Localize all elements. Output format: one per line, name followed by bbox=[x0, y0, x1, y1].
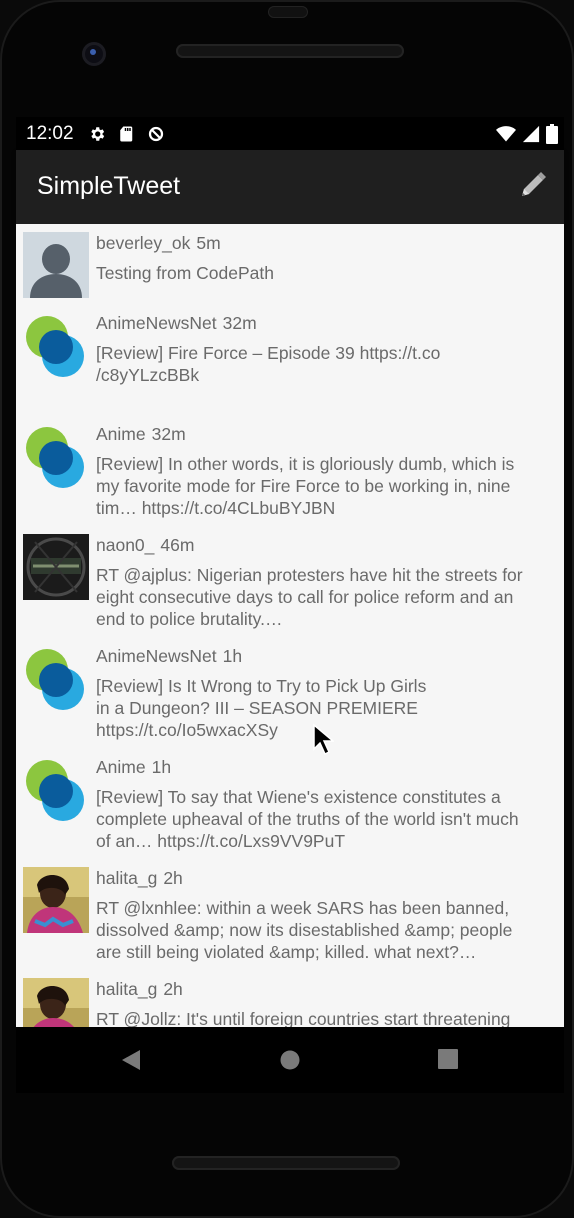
animenewsnetwork-logo bbox=[23, 312, 89, 378]
mouse-cursor-icon bbox=[313, 723, 334, 756]
tweet-username[interactable]: halita_g bbox=[96, 868, 157, 888]
signal-icon bbox=[522, 125, 540, 143]
avatar-photo bbox=[23, 867, 89, 933]
tweet-text[interactable]: RT @Jollz: It's until foreign countries … bbox=[96, 1008, 558, 1027]
tweet-text[interactable]: RT @lxnhlee: within a week SARS has been… bbox=[96, 897, 558, 963]
recents-button[interactable] bbox=[438, 1049, 458, 1069]
tweet-username[interactable]: Anime bbox=[96, 757, 146, 777]
phone-frame: 12:02 SimpleTweet beverley_ok 5m Testing… bbox=[0, 0, 574, 1218]
app-bar: SimpleTweet bbox=[16, 150, 564, 224]
tweet-timestamp: 32m bbox=[151, 424, 186, 444]
app-title: SimpleTweet bbox=[37, 172, 181, 200]
tweet-item[interactable]: Anime 32m [Review] In other words, it is g… bbox=[16, 415, 564, 526]
tweet-item[interactable]: AnimeNewsNet 1h [Review] Is It Wrong to Tr… bbox=[16, 637, 564, 748]
avatar-photo bbox=[23, 534, 89, 600]
earpiece-speaker bbox=[176, 44, 404, 58]
tweet-header: naon0_ 46m bbox=[96, 535, 558, 556]
animenewsnetwork-logo bbox=[23, 423, 89, 489]
tweet-text[interactable]: [Review] Fire Force – Episode 39 https:/… bbox=[96, 342, 558, 386]
settings-icon bbox=[91, 127, 105, 141]
compose-tweet-button[interactable] bbox=[514, 168, 550, 204]
animenewsnetwork-logo bbox=[23, 756, 89, 822]
tweet-header: halita_g 2h bbox=[96, 979, 558, 1000]
tweet-header: AnimeNewsNet 32m bbox=[96, 313, 558, 334]
tweet-username[interactable]: Anime bbox=[96, 424, 146, 444]
tweet-text[interactable]: [Review] In other words, it is gloriousl… bbox=[96, 453, 558, 519]
tweet-timestamp: 2h bbox=[163, 979, 183, 999]
home-button[interactable] bbox=[279, 1049, 301, 1071]
tweet-timestamp: 32m bbox=[222, 313, 257, 333]
tweet-text[interactable]: RT @ajplus: Nigerian protesters have hit… bbox=[96, 564, 558, 630]
avatar[interactable] bbox=[23, 312, 89, 378]
avatar[interactable] bbox=[23, 867, 89, 933]
tweet-body: Anime 1h [Review] To say that Wiene's exis… bbox=[96, 757, 558, 852]
avatar[interactable] bbox=[23, 534, 89, 600]
animenewsnetwork-logo bbox=[23, 645, 89, 711]
tweet-item[interactable]: Anime 1h [Review] To say that Wiene's exis… bbox=[16, 748, 564, 859]
back-button[interactable] bbox=[120, 1049, 142, 1071]
tweet-item[interactable]: halita_g 2h RT @lxnhlee: within a week SAR… bbox=[16, 859, 564, 970]
tweet-body: Anime 32m [Review] In other words, it is g… bbox=[96, 424, 558, 519]
avatar[interactable] bbox=[23, 978, 89, 1027]
tweet-timestamp: 5m bbox=[196, 233, 221, 253]
tweet-header: beverley_ok 5m bbox=[96, 233, 558, 254]
avatar[interactable] bbox=[23, 423, 89, 489]
tweet-body: halita_g 2h RT @lxnhlee: within a week SAR… bbox=[96, 868, 558, 963]
pencil-icon bbox=[522, 172, 546, 196]
tweet-body: naon0_ 46m RT @ajplus: Nigerian protesters… bbox=[96, 535, 558, 630]
front-camera bbox=[82, 42, 106, 66]
tweet-username[interactable]: naon0_ bbox=[96, 535, 154, 555]
tweet-timeline[interactable]: beverley_ok 5m Testing from CodePath AnimeN… bbox=[16, 224, 564, 1027]
tweet-item[interactable]: halita_g 2h RT @Jollz: It's until foreign … bbox=[16, 970, 564, 1027]
tweet-item[interactable]: AnimeNewsNet 32m [Review] Fire Force – Epi… bbox=[16, 304, 564, 415]
tweet-body: beverley_ok 5m Testing from CodePath bbox=[96, 233, 558, 284]
tweet-username[interactable]: halita_g bbox=[96, 979, 157, 999]
avatar[interactable] bbox=[23, 232, 89, 298]
tweet-header: halita_g 2h bbox=[96, 868, 558, 889]
data-saver-icon bbox=[148, 126, 164, 142]
sd-card-icon bbox=[120, 126, 133, 142]
tweet-timestamp: 2h bbox=[163, 868, 183, 888]
status-time: 12:02 bbox=[26, 123, 74, 144]
avatar-photo bbox=[23, 978, 89, 1027]
default-avatar-icon bbox=[23, 232, 89, 298]
tweet-header: Anime 32m bbox=[96, 424, 558, 445]
tweet-body: AnimeNewsNet 32m [Review] Fire Force – Epi… bbox=[96, 313, 558, 386]
tweet-body: halita_g 2h RT @Jollz: It's until foreign … bbox=[96, 979, 558, 1027]
top-slot bbox=[268, 6, 308, 18]
tweet-username[interactable]: AnimeNewsNet bbox=[96, 313, 217, 333]
tweet-item[interactable]: beverley_ok 5m Testing from CodePath bbox=[16, 224, 564, 304]
tweet-timestamp: 46m bbox=[160, 535, 195, 555]
avatar[interactable] bbox=[23, 756, 89, 822]
tweet-username[interactable]: beverley_ok bbox=[96, 233, 190, 253]
tweet-header: Anime 1h bbox=[96, 757, 558, 778]
tweet-timestamp: 1h bbox=[151, 757, 172, 777]
tweet-text[interactable]: [Review] To say that Wiene's existence c… bbox=[96, 786, 558, 852]
navigation-bar bbox=[16, 1027, 564, 1093]
battery-icon bbox=[546, 124, 558, 144]
status-bar: 12:02 bbox=[16, 117, 564, 150]
avatar[interactable] bbox=[23, 645, 89, 711]
wifi-icon bbox=[496, 126, 516, 142]
tweet-item[interactable]: naon0_ 46m RT @ajplus: Nigerian protesters… bbox=[16, 526, 564, 637]
bottom-speaker bbox=[172, 1156, 400, 1170]
tweet-timestamp: 1h bbox=[222, 646, 243, 666]
tweet-username[interactable]: AnimeNewsNet bbox=[96, 646, 217, 666]
tweet-header: AnimeNewsNet 1h bbox=[96, 646, 558, 667]
tweet-text[interactable]: Testing from CodePath bbox=[96, 262, 558, 284]
